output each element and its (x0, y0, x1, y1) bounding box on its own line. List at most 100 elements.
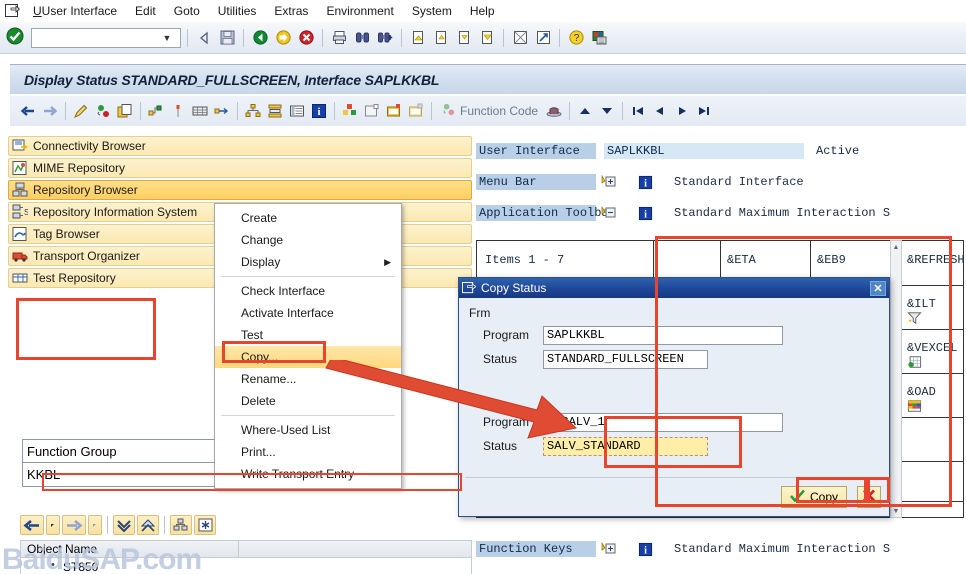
tree-forward-button[interactable] (62, 515, 86, 535)
forward-arrow-icon[interactable] (40, 101, 60, 121)
exit-yellow-arrow-icon[interactable] (273, 28, 293, 48)
menu-item-help[interactable]: Help (461, 2, 504, 20)
copy-object-icon[interactable] (115, 101, 135, 121)
nav-item-repository-browser[interactable]: Repository Browser (8, 180, 472, 200)
item-code-eta[interactable]: &ETA (727, 253, 756, 267)
context-menu-item-where-used-list[interactable]: Where-Used List (215, 419, 401, 441)
info-blue-icon[interactable]: i (630, 206, 660, 221)
sap-logo-icon[interactable] (0, 0, 24, 22)
save-disk-icon[interactable] (217, 28, 237, 48)
function-code-button[interactable]: Function Code (437, 102, 542, 120)
items-table-scrollbar[interactable]: ▲ ▼ (890, 240, 902, 518)
context-menu-item-test[interactable]: Test (215, 324, 401, 346)
window-status-icon[interactable] (384, 101, 404, 121)
info-blue-icon[interactable]: i (309, 101, 329, 121)
expand-box-icon[interactable] (596, 175, 620, 189)
nav-item-mime-repository[interactable]: MIME Repository (8, 158, 472, 178)
menu-item-utilities[interactable]: Utilities (209, 2, 266, 20)
back-green-arrow-icon[interactable] (250, 28, 270, 48)
info-blue-icon[interactable]: i (630, 542, 660, 557)
next-page-icon[interactable] (454, 28, 474, 48)
menu-item-extras[interactable]: Extras (265, 2, 317, 20)
hat-icon[interactable] (544, 101, 564, 121)
copy-button[interactable]: Copy (780, 486, 847, 508)
object-type-select[interactable]: Function Group (22, 439, 242, 463)
scroll-down-icon[interactable]: ▼ (891, 505, 901, 517)
print-icon[interactable] (329, 28, 349, 48)
to-program-field[interactable]: Z_SALV_1 (543, 412, 783, 432)
context-menu-item-rename[interactable]: Rename... (215, 368, 401, 390)
up-triangle-icon[interactable] (575, 101, 595, 121)
context-menu-item-change[interactable]: Change (215, 229, 401, 251)
item-code-oad[interactable]: &OAD (907, 385, 936, 399)
hierarchy-small-icon[interactable] (146, 101, 166, 121)
help-question-icon[interactable]: ? (566, 28, 586, 48)
column-header-object-name[interactable]: Object Name (21, 541, 239, 557)
context-menu-item-activate-interface[interactable]: Activate Interface (215, 302, 401, 324)
check-object-icon[interactable] (93, 101, 113, 121)
last-icon[interactable] (694, 101, 714, 121)
find-binoculars-icon[interactable] (352, 28, 372, 48)
previous-icon[interactable] (650, 101, 670, 121)
command-field[interactable]: ▼ (31, 27, 181, 48)
menu-item-system[interactable]: System (403, 2, 461, 20)
to-status-field[interactable]: SALV_STANDARD (543, 436, 708, 456)
item-code-eb9[interactable]: &EB9 (817, 253, 846, 267)
tree-back-button[interactable] (20, 515, 44, 535)
find-next-binoculars-icon[interactable] (375, 28, 395, 48)
from-program-field[interactable]: SAPLKKBL (543, 325, 783, 345)
down-triangle-icon[interactable] (597, 101, 617, 121)
expand-all-button[interactable] (113, 515, 135, 535)
first-page-icon[interactable] (408, 28, 428, 48)
item-code-refresh[interactable]: &REFRESH (907, 253, 965, 267)
back-triangle-icon[interactable] (194, 28, 214, 48)
scroll-up-icon[interactable]: ▲ (891, 241, 901, 253)
tree-forward-dropdown-icon[interactable] (88, 515, 102, 535)
info-blue-icon[interactable]: i (630, 175, 660, 190)
list-item[interactable]: ST850 (21, 558, 471, 574)
back-arrow-icon[interactable] (18, 101, 38, 121)
menu-item-goto[interactable]: Goto (165, 2, 209, 20)
context-menu-item-create[interactable]: Create (215, 207, 401, 229)
context-menu[interactable]: Create Change Display ▶ Check Interface … (214, 203, 402, 489)
last-page-icon[interactable] (477, 28, 497, 48)
command-input[interactable] (32, 28, 158, 47)
context-menu-item-check-interface[interactable]: Check Interface (215, 280, 401, 302)
tree-back-dropdown-icon[interactable] (46, 515, 60, 535)
customize-layout-icon[interactable] (589, 28, 609, 48)
item-code-ilt[interactable]: &ILT (907, 297, 936, 311)
window-grey-icon[interactable] (406, 101, 426, 121)
context-menu-item-write-transport-entry[interactable]: Write Transport Entry (215, 463, 401, 485)
dialog-title-bar[interactable]: Copy Status ✕ (459, 278, 889, 298)
refresh-star-button[interactable] (194, 515, 216, 535)
enter-button[interactable] (6, 27, 28, 49)
expand-box-icon[interactable] (596, 542, 620, 556)
from-status-field[interactable]: STANDARD_FULLSCREEN (543, 349, 708, 369)
chevron-down-icon[interactable]: ▼ (158, 29, 176, 47)
next-icon[interactable] (672, 101, 692, 121)
object-name-input[interactable] (23, 466, 241, 483)
cancel-button[interactable] (857, 486, 881, 508)
new-session-icon[interactable] (510, 28, 530, 48)
user-interface-value[interactable]: SAPLKKBL (604, 143, 804, 159)
collapse-all-button[interactable] (137, 515, 159, 535)
context-menu-item-delete[interactable]: Delete (215, 390, 401, 412)
create-shortcut-icon[interactable] (533, 28, 553, 48)
context-menu-item-display[interactable]: Display ▶ (215, 251, 401, 273)
expand-node-icon[interactable] (212, 101, 232, 121)
components-icon[interactable] (340, 101, 360, 121)
context-menu-item-copy[interactable]: Copy... (215, 346, 401, 368)
item-code-vexcel[interactable]: &VEXCEL (907, 341, 957, 355)
window-icon[interactable] (362, 101, 382, 121)
menu-item-user-interface[interactable]: UUser Interface (24, 2, 126, 20)
collapse-box-icon[interactable] (596, 206, 620, 220)
cancel-red-x-icon[interactable] (296, 28, 316, 48)
previous-page-icon[interactable] (431, 28, 451, 48)
tree-structure-icon[interactable] (243, 101, 263, 121)
object-name-field[interactable] (22, 463, 242, 487)
stack-icon[interactable] (265, 101, 285, 121)
list-icon[interactable] (287, 101, 307, 121)
nav-item-connectivity-browser[interactable]: Connectivity Browser (8, 136, 472, 156)
menu-item-environment[interactable]: Environment (317, 2, 402, 20)
hierarchy-up-button[interactable] (170, 515, 192, 535)
